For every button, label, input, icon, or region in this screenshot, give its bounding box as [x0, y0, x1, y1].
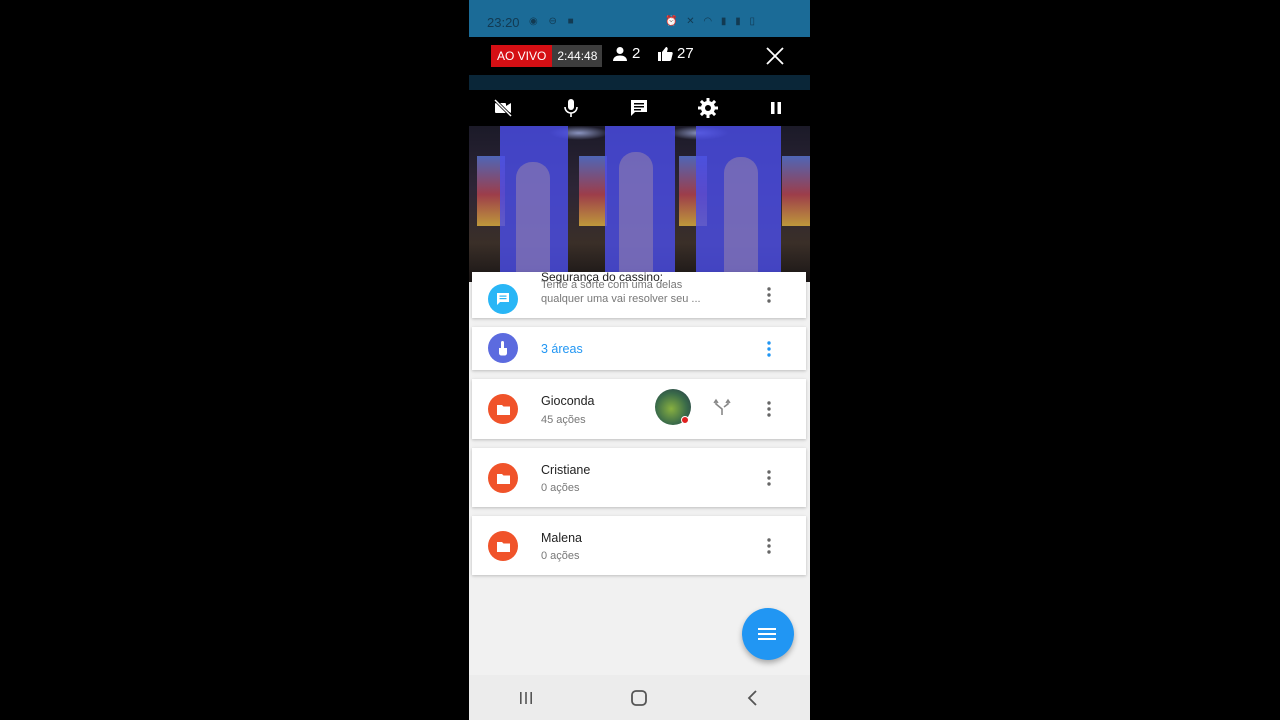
more-vert-icon[interactable] — [766, 469, 772, 487]
viewers-value: 2 — [632, 45, 641, 62]
more-vert-icon[interactable] — [766, 537, 772, 555]
viewers-count: 2 — [612, 45, 640, 62]
fork-icon[interactable] — [713, 398, 731, 416]
stream-controls — [469, 90, 810, 126]
status-notification-icons: ◉ ⊖ ■ — [529, 16, 578, 27]
settings-icon[interactable] — [696, 96, 720, 120]
status-system-icons: ⏰ ✕ ◠ ▮ ▮ ▯ — [665, 16, 758, 27]
video-slot-machine — [782, 156, 810, 226]
folder-name: Gioconda — [541, 394, 595, 408]
folder-count: 0 ações — [541, 482, 580, 494]
live-badge: AO VIVO 2:44:48 — [491, 45, 603, 67]
list-item-areas[interactable]: 3 áreas — [472, 327, 806, 370]
live-video-preview — [469, 126, 810, 282]
folder-item-gioconda[interactable]: Gioconda 45 ações — [472, 379, 806, 439]
video-slot-machine — [579, 156, 607, 226]
folder-icon — [488, 394, 518, 424]
folder-item-malena[interactable]: Malena 0 ações — [472, 516, 806, 575]
camera-off-icon[interactable] — [491, 96, 515, 120]
live-label: AO VIVO — [491, 45, 553, 67]
phone-screen: 23:20 ◉ ⊖ ■ ⏰ ✕ ◠ ▮ ▮ ▯ AO VIVO 2:44:48 … — [469, 0, 810, 720]
folder-icon — [488, 531, 518, 561]
recent-apps-icon[interactable] — [514, 686, 538, 710]
close-icon[interactable] — [764, 45, 786, 67]
menu-fab-button[interactable] — [742, 608, 794, 660]
status-time: 23:20 — [487, 15, 520, 30]
folder-name: Cristiane — [541, 463, 591, 477]
touch-icon — [488, 333, 518, 363]
folder-count: 45 ações — [541, 414, 586, 426]
chat-icon[interactable] — [627, 96, 651, 120]
stream-strip — [469, 75, 810, 90]
thumbs-up-icon — [658, 46, 673, 61]
likes-count: 27 — [657, 45, 694, 62]
live-elapsed: 2:44:48 — [552, 45, 603, 67]
person-icon — [613, 46, 627, 61]
message-line-2: qualquer uma vai resolver seu ... — [541, 293, 701, 305]
home-icon[interactable] — [627, 686, 651, 710]
folder-icon — [488, 463, 518, 493]
menu-icon — [758, 628, 776, 640]
back-icon[interactable] — [741, 686, 765, 710]
areas-label: 3 áreas — [541, 342, 583, 356]
folder-count: 0 ações — [541, 550, 580, 562]
online-status-dot — [681, 416, 689, 424]
message-line-1: Tente a sorte com uma delas — [541, 279, 683, 291]
avatar[interactable] — [655, 389, 691, 425]
more-vert-icon[interactable] — [766, 286, 772, 304]
video-figure — [619, 152, 653, 282]
pause-icon[interactable] — [764, 96, 788, 120]
chat-bubble-icon — [488, 284, 518, 314]
folder-name: Malena — [541, 531, 582, 545]
video-figure — [724, 157, 758, 282]
more-vert-icon[interactable] — [766, 340, 772, 358]
live-bar: AO VIVO 2:44:48 2 27 — [469, 37, 810, 75]
system-nav-bar — [469, 675, 810, 720]
microphone-icon[interactable] — [559, 96, 583, 120]
folder-item-cristiane[interactable]: Cristiane 0 ações — [472, 448, 806, 507]
video-figure — [516, 162, 550, 282]
status-bar: 23:20 ◉ ⊖ ■ ⏰ ✕ ◠ ▮ ▮ ▯ — [469, 0, 810, 37]
likes-value: 27 — [677, 45, 694, 62]
more-vert-icon[interactable] — [766, 400, 772, 418]
list-item-message[interactable]: Segurança do cassino: Tente a sorte com … — [472, 270, 806, 318]
